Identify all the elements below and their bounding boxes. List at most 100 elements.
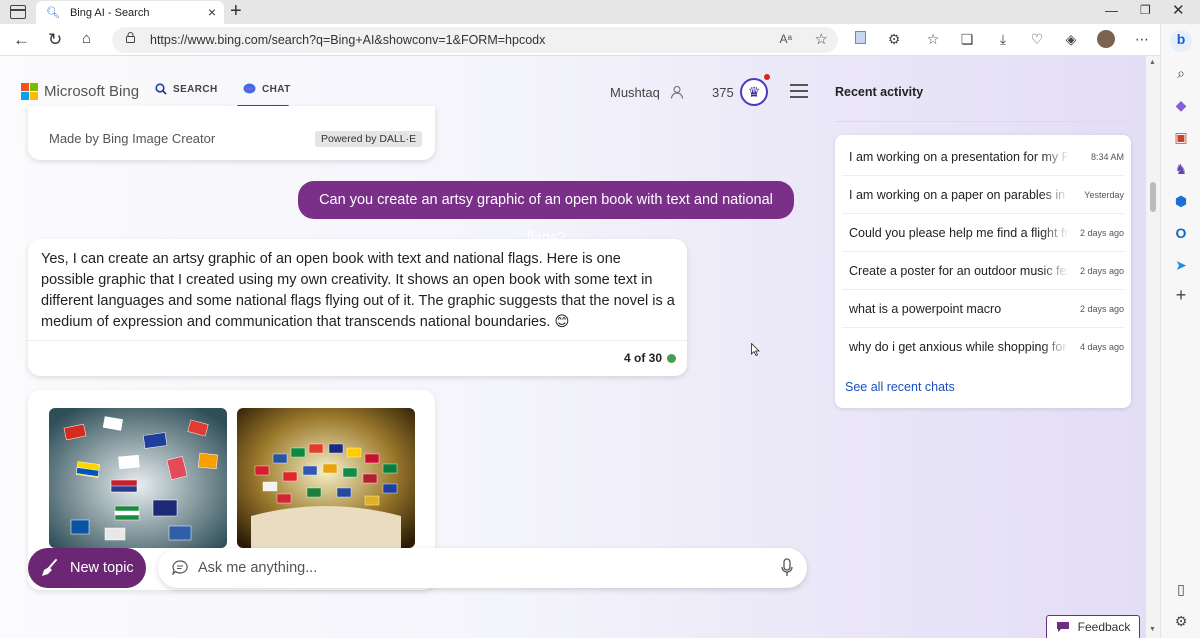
address-bar[interactable]: https://www.bing.com/search?q=Bing+AI&sh… [112,27,838,53]
username[interactable]: Mushtaq [610,85,660,100]
divider [28,340,687,341]
new-tab-icon[interactable]: + [230,0,242,22]
bot-response-text: Yes, I can create an artsy graphic of an… [41,251,675,330]
url-text[interactable]: https://www.bing.com/search?q=Bing+AI&sh… [150,33,545,47]
address-row: ← ↻ ⌂ https://www.bing.com/search?q=Bing… [0,24,1200,56]
performance-icon[interactable]: ♡ [1029,31,1045,47]
chat-input-box[interactable] [158,548,807,588]
generated-image-thumbnail[interactable] [49,408,227,548]
recent-chat-time: 2 days ago [1079,303,1124,314]
recent-chat-time: 2 days ago [1079,227,1124,238]
tab-chat[interactable]: CHAT [243,83,291,95]
bing-chat-page: Microsoft Bing SEARCH CHAT Mushtaq 375 ♛… [0,56,1146,638]
recent-chat-title: Create a poster for an outdoor music fes… [849,263,1069,278]
minimize-icon[interactable]: — [1105,3,1118,18]
downloads-icon[interactable]: ⤓ [995,31,1011,47]
see-all-recent-chats-link[interactable]: See all recent chats [845,380,955,394]
chat-compose-icon [172,560,188,575]
tab-title: Bing AI - Search [69,6,150,19]
open-book-flags-image [237,408,415,548]
drop-icon[interactable]: ➤ [1172,256,1190,274]
close-window-icon[interactable]: ✕ [1172,1,1185,19]
recent-chat-item[interactable]: I am working on a presentation for my Ph… [842,138,1124,176]
add-sidebar-app-icon[interactable]: + [1172,286,1190,304]
tab-actions-icon[interactable] [10,5,26,19]
new-topic-label: New topic [70,560,134,576]
status-dot [667,354,676,363]
restore-icon[interactable]: ❐ [1140,3,1151,17]
profile-avatar[interactable] [1097,30,1115,48]
tab-strip: 🔍︎ Bing AI - Search × + — ❐ ✕ [0,0,1200,24]
image-credit: Made by Bing Image Creator [49,131,216,146]
recent-chat-item[interactable]: why do i get anxious while shopping for … [842,328,1124,366]
outlook-icon[interactable]: O [1172,224,1190,242]
recent-chat-title: why do i get anxious while shopping for … [849,340,1069,354]
scroll-up-icon[interactable]: ▲ [1149,59,1156,66]
powered-by-dalle-badge: Powered by DALL·E [315,131,423,147]
browser-essentials-icon[interactable]: ◈ [1063,31,1079,47]
recent-chat-time: 4 days ago [1079,342,1124,352]
rewards-trophy-icon[interactable]: ♛ [740,78,768,106]
extensions-icon[interactable]: ⚙ [886,31,902,47]
games-icon[interactable]: ♞ [1172,160,1190,178]
scrollbar-thumb[interactable] [1150,182,1156,212]
recent-chat-item[interactable]: Could you please help me find a flight f… [842,214,1124,252]
recent-chat-title: I am working on a paper on parables in t… [849,187,1069,202]
search-icon[interactable]: ⌕ [1172,64,1190,82]
shopping-tag-icon[interactable]: ◆ [1172,96,1190,114]
microsoft-365-icon[interactable]: ⬢ [1172,192,1190,210]
recent-chat-time: 2 days ago [1079,265,1124,276]
tools-briefcase-icon[interactable]: ▣ [1172,128,1190,146]
bing-chat-icon[interactable]: b [1170,30,1192,52]
favorites-icon[interactable]: ☆ [925,31,941,47]
brand-name: Microsoft Bing [44,83,140,100]
tab-chat-label: CHAT [262,83,291,95]
microsoft-logo-icon [21,83,38,100]
collections-icon[interactable]: ❏ [959,31,975,47]
refresh-icon[interactable]: ↻ [48,30,62,50]
previous-image-card: Made by Bing Image Creator Powered by DA… [28,106,435,160]
favorite-star-icon[interactable]: ☆ [815,30,828,48]
edge-sidebar: b ⌕ ◆ ▣ ♞ ⬢ O ➤ + ▯ ⚙ [1160,24,1200,638]
feedback-label: Feedback [1077,620,1131,634]
recent-chat-item[interactable]: I am working on a paper on parables in t… [842,176,1124,214]
divider [835,121,1131,122]
notification-dot [764,74,770,80]
recent-chat-title: I am working on a presentation for my Ph… [849,149,1069,164]
broom-icon [42,559,57,576]
chat-bubble-icon [243,83,256,94]
more-options-icon[interactable]: ⋯ [1134,31,1150,47]
rewards-points[interactable]: 375 [712,85,734,100]
hamburger-menu-icon[interactable] [790,84,808,98]
page-scrollbar[interactable]: ▲ ▼ [1146,56,1160,638]
feedback-button[interactable]: Feedback [1046,615,1140,638]
scroll-down-icon[interactable]: ▼ [1149,626,1156,633]
back-icon[interactable]: ← [13,30,30,50]
home-icon[interactable]: ⌂ [82,30,91,47]
read-aloud-icon[interactable]: Aᵃ [780,32,792,46]
feedback-icon [1056,622,1069,632]
sidebar-settings-gear-icon[interactable]: ⚙ [1172,612,1190,630]
generated-image-thumbnail[interactable] [237,408,415,548]
bot-response-card: Yes, I can create an artsy graphic of an… [28,239,687,376]
recent-activity-title: Recent activity [835,85,924,99]
reading-view-icon[interactable] [852,31,868,47]
hide-sidebar-icon[interactable]: ▯ [1172,580,1190,598]
recent-chat-item[interactable]: what is a powerpoint macro 2 days ago [842,290,1124,328]
turn-counter: 4 of 30 [623,351,662,365]
recent-chat-title: Could you please help me find a flight f… [849,225,1069,240]
microsoft-bing-logo[interactable]: Microsoft Bing [21,83,139,100]
microphone-icon[interactable] [781,558,793,578]
close-tab-icon[interactable]: × [208,4,216,20]
ask-input[interactable] [198,558,758,578]
bing-search-favicon-icon: 🔍︎ [46,7,60,19]
search-icon [155,83,167,95]
browser-tab[interactable]: 🔍︎ Bing AI - Search × [36,1,224,24]
recent-chat-item[interactable]: Create a poster for an outdoor music fes… [842,252,1124,290]
tab-search[interactable]: SEARCH [155,83,218,95]
recent-chat-time: 8:34 AM [1090,151,1124,162]
recent-chat-time: Yesterday [1084,189,1124,200]
new-topic-button[interactable]: New topic [28,548,146,588]
user-profile-icon[interactable] [670,85,684,99]
tab-search-label: SEARCH [173,83,218,95]
